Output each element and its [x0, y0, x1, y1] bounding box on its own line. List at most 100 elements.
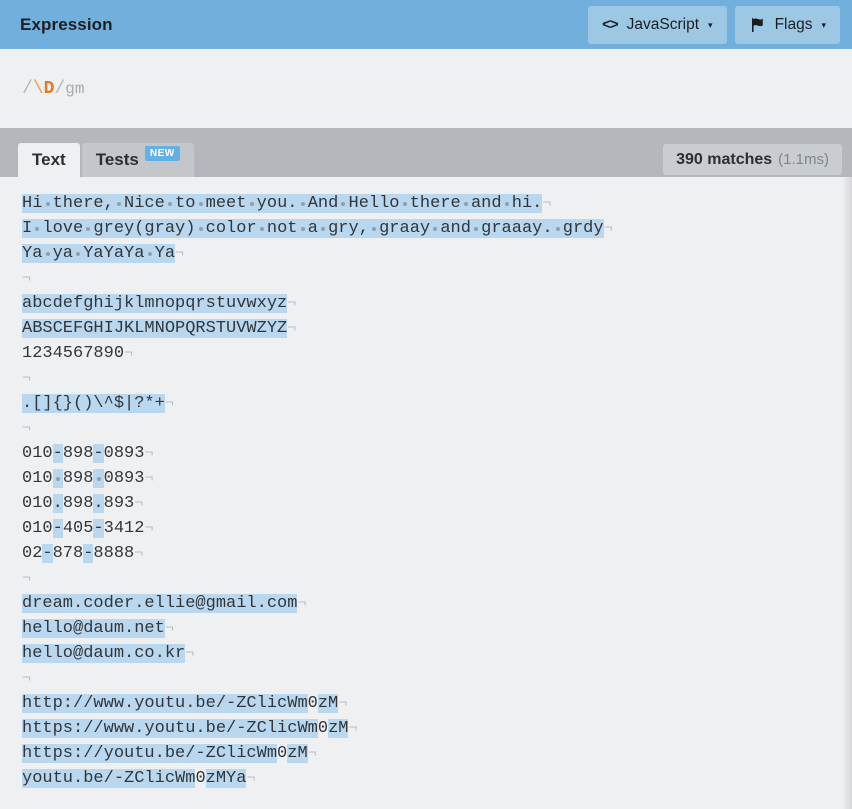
expression-token: D [43, 78, 55, 99]
text-line: ¬ [22, 366, 852, 391]
match-space [42, 194, 53, 213]
plain-text: 010 [22, 444, 53, 463]
text-line: ¬ [22, 266, 852, 291]
text-line: .[]{}()\^$|?*+¬ [22, 391, 852, 416]
match-space [144, 244, 155, 263]
test-text-document[interactable]: Hi there, Nice to meet you. And Hello th… [22, 191, 852, 791]
match-space [297, 194, 308, 213]
line-end-marker: ¬ [164, 395, 174, 412]
text-line: dream.coder.ellie@gmail.com¬ [22, 591, 852, 616]
match-highlight: zM [287, 744, 308, 763]
line-end-marker: ¬ [246, 770, 256, 787]
text-line: 010-898-0893¬ [22, 441, 852, 466]
chevron-down-icon: ▾ [708, 20, 713, 30]
match-highlight: dream.coder.ellie@gmail.com [22, 594, 298, 613]
match-space [113, 194, 125, 213]
match-space [470, 219, 482, 238]
match-highlight: - [83, 544, 94, 563]
header-button-group: <> JavaScript ▾ Flags ▾ [588, 5, 840, 44]
match-highlight: Nice [124, 194, 165, 213]
text-line: youtu.be/-ZClicWm0zMYa¬ [22, 766, 852, 791]
match-highlight: https://youtu.be/-ZClicWm [22, 744, 278, 763]
line-end-marker: ¬ [603, 220, 613, 237]
match-highlight: youtu.be/-ZClicWm [22, 769, 196, 788]
expression-flags: gm [65, 79, 85, 98]
plain-text: 405 [62, 519, 94, 538]
line-end-marker: ¬ [22, 420, 32, 437]
flags-button[interactable]: Flags ▾ [734, 5, 840, 44]
text-line: https://youtu.be/-ZClicWm0zM¬ [22, 741, 852, 766]
match-count-label: 390 matches [676, 150, 773, 168]
line-end-marker: ¬ [287, 295, 297, 312]
text-line: hello@daum.net¬ [22, 616, 852, 641]
javascript-flavor-label: JavaScript [626, 15, 700, 33]
match-highlight: Ya [154, 244, 176, 263]
match-space [73, 244, 84, 263]
line-end-marker: ¬ [297, 595, 307, 612]
plain-text: 0893 [103, 469, 145, 488]
match-highlight: there, [52, 194, 114, 213]
line-end-marker: ¬ [124, 345, 134, 362]
plain-text: 0893 [103, 444, 145, 463]
match-space [83, 219, 94, 238]
text-line: http://www.youtu.be/-ZClicWm0zM¬ [22, 691, 852, 716]
flag-icon [749, 16, 766, 33]
match-highlight: to [175, 194, 196, 213]
line-end-marker: ¬ [185, 645, 195, 662]
text-line: hello@daum.co.kr¬ [22, 641, 852, 666]
tab-tests[interactable]: Tests NEW [81, 143, 194, 177]
text-content-panel[interactable]: Hi there, Nice to meet you. And Hello th… [0, 177, 852, 809]
plain-text: 898 [62, 444, 94, 463]
plain-text: 898 [62, 494, 94, 513]
match-highlight: color [205, 219, 257, 238]
plain-text: 010 [22, 494, 53, 513]
text-line: ¬ [22, 666, 852, 691]
plain-text: 0 [277, 744, 288, 763]
match-highlight: gry, [328, 219, 369, 238]
match-highlight: . [52, 494, 63, 513]
match-status-badge[interactable]: 390 matches (1.1ms) [663, 144, 842, 175]
tab-tests-label: Tests [95, 150, 139, 169]
match-highlight: http://www.youtu.be/-ZClicWm [22, 694, 308, 713]
line-end-marker: ¬ [144, 470, 154, 487]
plain-text: 3412 [103, 519, 145, 538]
expression-open-delimiter: / [22, 78, 33, 99]
match-highlight: ABSCEFGHIJKLMNOPQRSTUVWZYZ [22, 319, 288, 338]
text-line: ¬ [22, 566, 852, 591]
match-space [368, 219, 380, 238]
match-space [460, 194, 471, 213]
plain-text: 0 [307, 694, 318, 713]
text-line: ABSCEFGHIJKLMNOPQRSTUVWZYZ¬ [22, 316, 852, 341]
expression-input-area[interactable]: /\D/gm [0, 49, 852, 128]
text-line: 010.898.893¬ [22, 491, 852, 516]
match-highlight: YaYaYa [83, 244, 145, 263]
text-line: 02-878-8888¬ [22, 541, 852, 566]
plain-text: 8888 [93, 544, 135, 563]
chevron-down-icon: ▾ [821, 20, 826, 30]
match-space [317, 219, 329, 238]
text-line: Ya ya YaYaYa Ya¬ [22, 241, 852, 266]
flags-button-label: Flags [774, 15, 813, 33]
expression-code[interactable]: /\D/gm [22, 79, 84, 99]
match-highlight: meet [205, 194, 247, 213]
plain-text: 893 [103, 494, 135, 513]
text-line: https://www.youtu.be/-ZClicWm0zM¬ [22, 716, 852, 741]
plain-text: 898 [62, 469, 94, 488]
expression-close-delimiter: / [54, 78, 66, 99]
line-end-marker: ¬ [338, 695, 348, 712]
match-highlight: And [307, 194, 339, 213]
line-end-marker: ¬ [22, 670, 32, 687]
plain-text: 0 [195, 769, 206, 788]
expression-header: Expression <> JavaScript ▾ Flags ▾ [0, 0, 852, 49]
tab-strip: Text Tests NEW 390 matches (1.1ms) [0, 128, 852, 177]
match-highlight: love [42, 219, 84, 238]
match-highlight: - [93, 519, 104, 538]
javascript-flavor-button[interactable]: <> JavaScript ▾ [588, 5, 727, 44]
match-highlight: and [440, 219, 471, 238]
tab-text[interactable]: Text [18, 143, 80, 177]
match-highlight: - [93, 444, 104, 463]
match-highlight: abcdefghijklmnopqrstuvwxyz [22, 294, 288, 313]
match-highlight: zMYa [205, 769, 247, 788]
line-end-marker: ¬ [144, 520, 154, 537]
plain-text: 010 [22, 519, 53, 538]
